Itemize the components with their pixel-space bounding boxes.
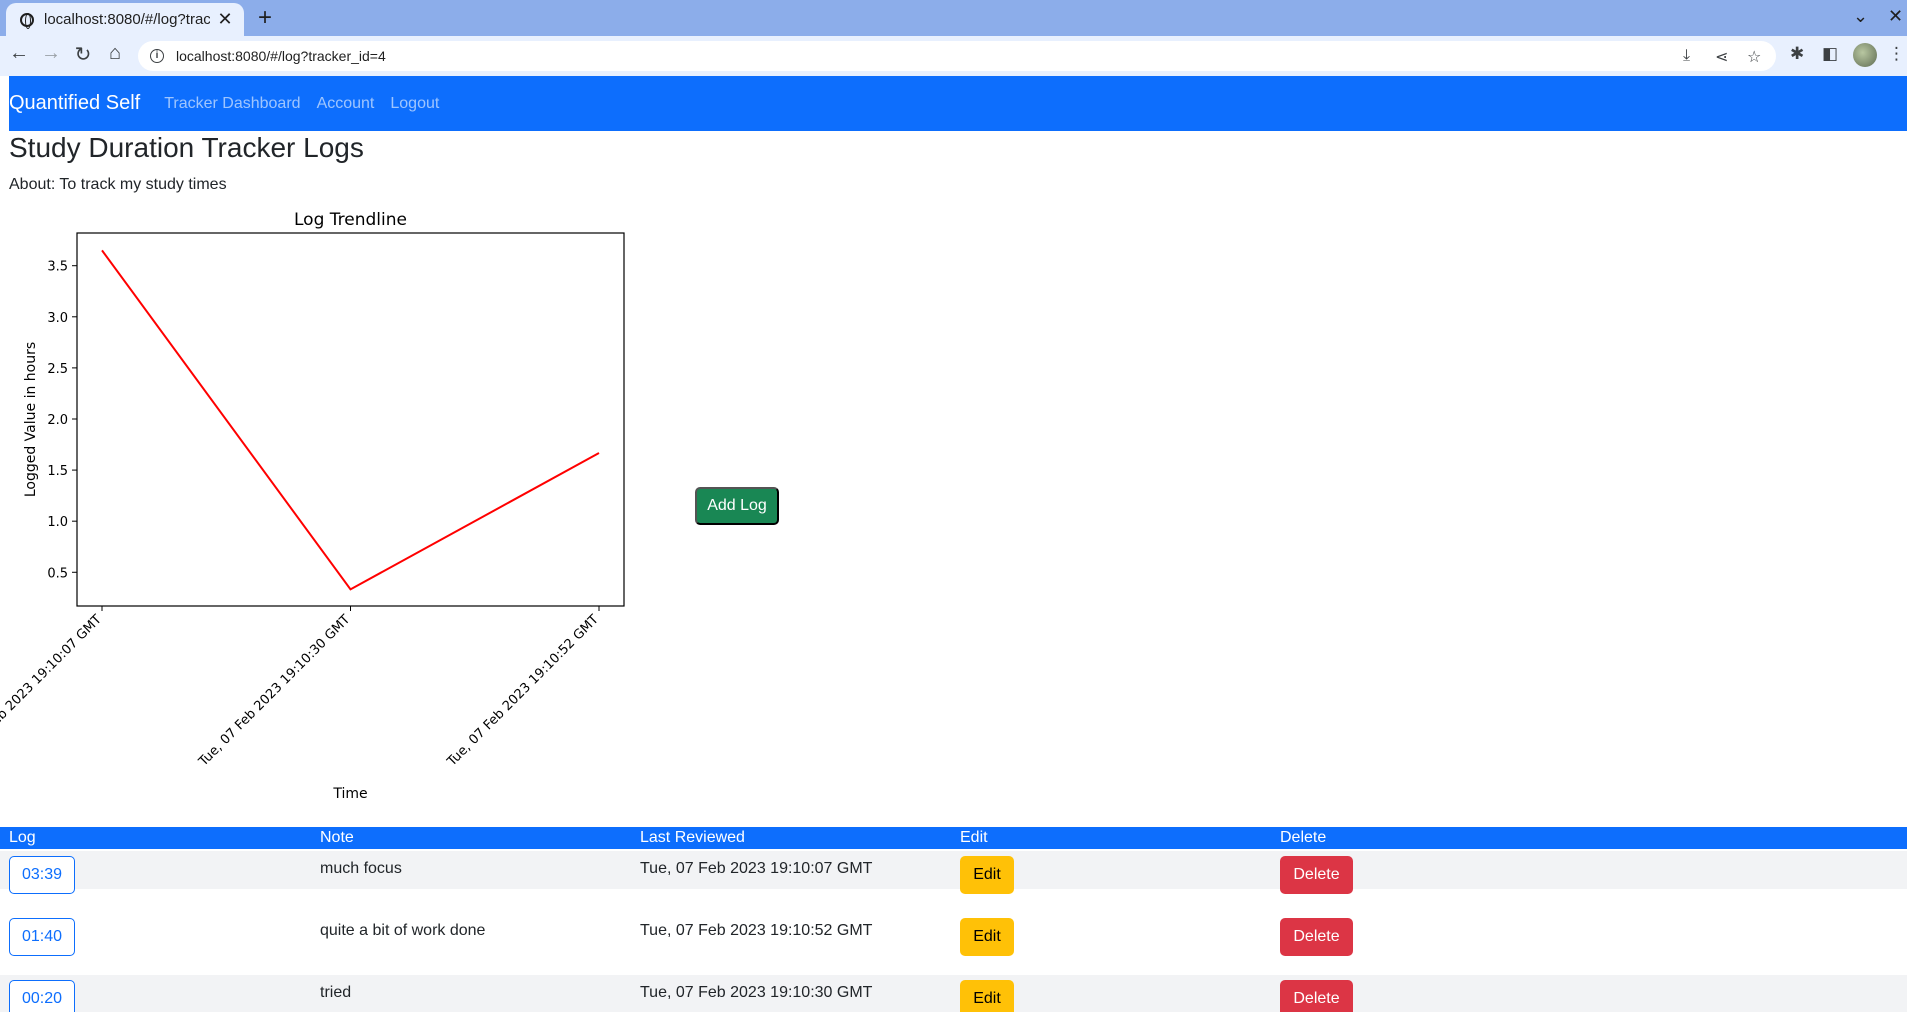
last-reviewed-cell: Tue, 07 Feb 2023 19:10:07 GMT — [640, 849, 960, 911]
app-navbar: Quantified Self Tracker Dashboard Accoun… — [9, 76, 1907, 131]
log-cell: 01:40 — [0, 911, 320, 973]
tab-search-icon[interactable]: ⌄ — [1853, 6, 1868, 27]
edit-button[interactable]: Edit — [960, 918, 1014, 956]
delete-cell: Delete — [1280, 973, 1600, 1012]
page-title: Study Duration Tracker Logs — [9, 132, 364, 163]
header-note: Note — [320, 829, 354, 846]
window-close-icon[interactable]: ✕ — [1888, 6, 1903, 27]
table-row: 01:40 quite a bit of work done Tue, 07 F… — [0, 911, 1907, 973]
about-label: About: — [9, 176, 56, 193]
note-cell: tried — [320, 973, 640, 1012]
y-tick-label: 2.5 — [47, 362, 68, 377]
about-description: To track my study times — [59, 176, 227, 193]
log-value-button[interactable]: 01:40 — [9, 918, 75, 956]
tab-title: localhost:8080/#/log?trac — [44, 11, 210, 28]
add-log-button[interactable]: Add Log — [695, 487, 779, 525]
log-value-button[interactable]: 00:20 — [9, 980, 75, 1012]
reload-icon[interactable]: ↻ — [69, 42, 97, 67]
new-tab-icon[interactable]: + — [258, 4, 272, 32]
log-value-button[interactable]: 03:39 — [9, 856, 75, 894]
x-axis-label: Time — [332, 786, 367, 802]
delete-button[interactable]: Delete — [1280, 980, 1353, 1012]
table-row: 03:39 much focus Tue, 07 Feb 2023 19:10:… — [0, 849, 1907, 911]
last-reviewed-text: Tue, 07 Feb 2023 19:10:52 GMT — [640, 922, 873, 939]
log-trendline-chart: Log Trendline 0.5 1.0 1.5 2.0 2.5 3.0 3.5 Tue, 0… — [0, 210, 625, 802]
header-log: Log — [9, 829, 36, 846]
site-info-icon[interactable]: i — [150, 49, 164, 63]
x-tick-label: Tue, 07 Feb 2023 19:10:52 GMT — [444, 612, 602, 770]
edit-cell: Edit — [960, 973, 1280, 1012]
note-text: quite a bit of work done — [320, 922, 486, 939]
close-tab-icon[interactable]: ✕ — [216, 9, 234, 30]
chart-title: Log Trendline — [294, 210, 407, 230]
x-tick-label: Tue, 07 Feb 2023 19:10:07 GMT — [0, 612, 105, 770]
nav-link-tracker-dashboard[interactable]: Tracker Dashboard — [164, 95, 300, 113]
delete-button[interactable]: Delete — [1280, 918, 1353, 956]
home-icon[interactable]: ⌂ — [101, 42, 129, 65]
back-icon[interactable]: ← — [5, 42, 33, 65]
edit-button[interactable]: Edit — [960, 980, 1014, 1012]
series-line — [101, 249, 600, 591]
header-last-reviewed: Last Reviewed — [640, 829, 745, 846]
y-tick-label: 3.0 — [47, 311, 68, 326]
edit-cell: Edit — [960, 849, 1280, 911]
nav-link-account[interactable]: Account — [317, 95, 375, 113]
header-edit: Edit — [960, 829, 988, 846]
profile-avatar[interactable] — [1853, 43, 1877, 67]
globe-icon — [20, 12, 34, 29]
last-reviewed-cell: Tue, 07 Feb 2023 19:10:52 GMT — [640, 911, 960, 973]
note-text: tried — [320, 984, 352, 1001]
install-icon[interactable]: ⤓ — [1683, 47, 1690, 65]
last-reviewed-text: Tue, 07 Feb 2023 19:10:07 GMT — [640, 860, 873, 877]
note-text: much focus — [320, 860, 402, 877]
header-delete: Delete — [1280, 829, 1327, 846]
edit-cell: Edit — [960, 911, 1280, 973]
share-icon[interactable]: ⋖ — [1715, 47, 1728, 67]
browser-toolbar: ← → ↻ ⌂ i localhost:8080/#/log?tracker_i… — [0, 36, 1907, 76]
extensions-icon[interactable]: ✱ — [1790, 44, 1804, 64]
table-row: 00:20 tried Tue, 07 Feb 2023 19:10:30 GM… — [0, 973, 1907, 1012]
about-text: About: To track my study times — [9, 176, 227, 194]
note-cell: quite a bit of work done — [320, 911, 640, 973]
log-cell: 00:20 — [0, 973, 320, 1012]
last-reviewed-text: Tue, 07 Feb 2023 19:10:30 GMT — [640, 984, 873, 1001]
last-reviewed-cell: Tue, 07 Feb 2023 19:10:30 GMT — [640, 973, 960, 1012]
browser-tab[interactable]: localhost:8080/#/log?trac ✕ — [6, 3, 244, 36]
y-tick-label: 2.0 — [47, 413, 68, 428]
note-cell: much focus — [320, 849, 640, 911]
browser-tabstrip: localhost:8080/#/log?trac ✕ + ⌄ ✕ — [0, 0, 1907, 36]
y-tick-label: 0.5 — [47, 566, 68, 581]
nav-link-logout[interactable]: Logout — [390, 95, 439, 113]
table-header: Log Note Last Reviewed Edit Delete — [0, 827, 1907, 849]
x-tick-label: Tue, 07 Feb 2023 19:10:30 GMT — [195, 612, 353, 770]
delete-cell: Delete — [1280, 911, 1600, 973]
delete-cell: Delete — [1280, 849, 1600, 911]
y-axis-label: Logged Value in hours — [23, 342, 39, 497]
y-tick-label: 1.0 — [47, 515, 68, 530]
forward-icon[interactable]: → — [37, 42, 65, 65]
y-tick-label: 3.5 — [47, 260, 68, 275]
y-tick-label: 1.5 — [47, 464, 68, 479]
log-cell: 03:39 — [0, 849, 320, 911]
side-panel-icon[interactable]: ◧ — [1822, 44, 1838, 64]
address-bar[interactable]: i localhost:8080/#/log?tracker_id=4 ⤓ ⋖ … — [138, 41, 1776, 71]
menu-icon[interactable]: ⋮ — [1888, 44, 1905, 64]
edit-button[interactable]: Edit — [960, 856, 1014, 894]
url-text: localhost:8080/#/log?tracker_id=4 — [176, 48, 386, 64]
log-table: Log Note Last Reviewed Edit Delete 03:39… — [0, 827, 1907, 1012]
bookmark-star-icon[interactable]: ☆ — [1747, 47, 1761, 67]
delete-button[interactable]: Delete — [1280, 856, 1353, 894]
brand-link[interactable]: Quantified Self — [9, 92, 140, 115]
plot-frame — [76, 232, 625, 607]
